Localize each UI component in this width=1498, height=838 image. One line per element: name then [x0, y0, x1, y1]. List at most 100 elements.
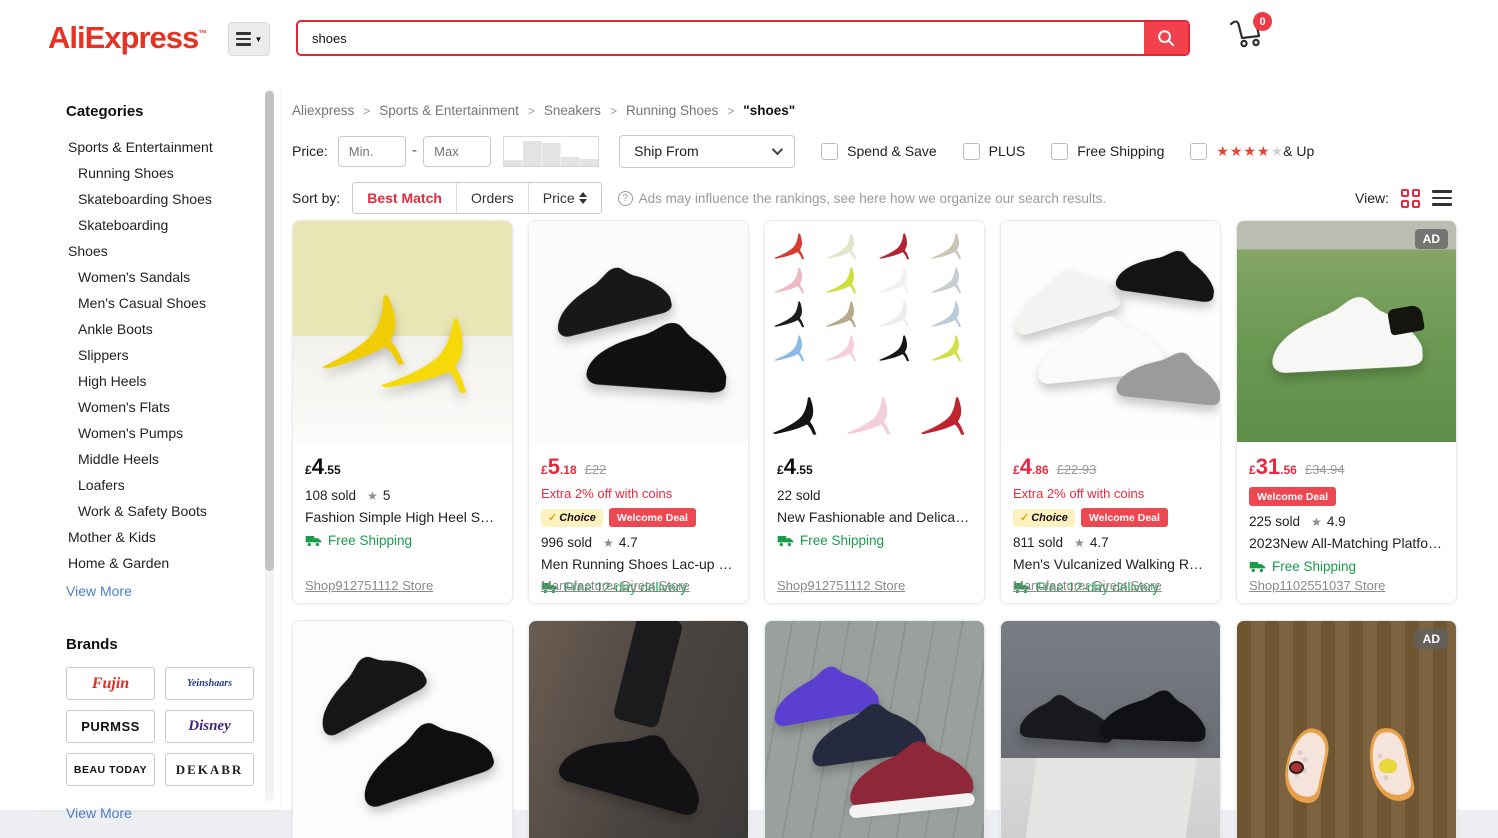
search-input[interactable]	[298, 22, 1144, 54]
sidebar-item-slippers[interactable]: Slippers	[66, 342, 254, 368]
sort-best-match-button[interactable]: Best Match	[353, 183, 457, 213]
product-card[interactable]: £4.55 22 sold New Fashionable and Delica…	[764, 220, 985, 604]
product-grid: £4.55 108 sold ★ 5 Fashion Simple High Hee…	[292, 220, 1457, 838]
product-card[interactable]: £4.86 £22.93 Extra 2% off with coins ✓ Ch…	[1000, 220, 1221, 604]
sort-price-button[interactable]: Price	[528, 183, 601, 213]
sidebar-item-running-shoes[interactable]: Running Shoes	[66, 160, 254, 186]
store-link[interactable]: Manufacturer Direct Store	[541, 578, 690, 593]
sidebar-item-sports-entertainment[interactable]: Sports & Entertainment	[66, 134, 254, 160]
sidebar-item-womens-sandals[interactable]: Women's Sandals	[66, 264, 254, 290]
coins-offer: Extra 2% off with coins	[1013, 486, 1145, 501]
ads-disclaimer: ? Ads may influence the rankings, see he…	[617, 190, 1106, 206]
product-title[interactable]: Men's Vulcanized Walking Running...	[1013, 556, 1208, 572]
original-price: £34.94	[1304, 462, 1345, 477]
product-image[interactable]: AD	[1237, 221, 1456, 442]
sidebar-item-high-heels[interactable]: High Heels	[66, 368, 254, 394]
brand-yeinshaars[interactable]: Yeinshaars	[165, 667, 254, 700]
free-shipping-checkbox[interactable]: Free Shipping	[1051, 142, 1164, 160]
grid-view-icon[interactable]	[1401, 188, 1420, 208]
product-image[interactable]	[529, 221, 748, 442]
sidebar-item-work-safety-boots[interactable]: Work & Safety Boots	[66, 498, 254, 524]
sidebar-item-ankle-boots[interactable]: Ankle Boots	[66, 316, 254, 342]
product-image[interactable]	[765, 221, 984, 442]
cart-button[interactable]: 0	[1228, 12, 1274, 58]
aliexpress-logo[interactable]: AliExpress™	[48, 20, 207, 56]
brand-fujin[interactable]: Fujin	[66, 667, 155, 700]
truck-icon	[777, 535, 794, 546]
product-image[interactable]	[1001, 221, 1220, 442]
sidebar-item-mens-casual-shoes[interactable]: Men's Casual Shoes	[66, 290, 254, 316]
price-min-input[interactable]	[337, 135, 406, 167]
brand-purmss[interactable]: PURMSS	[66, 710, 155, 743]
welcome-deal-badge: Welcome Deal	[1080, 508, 1168, 527]
original-price: £22.93	[1056, 462, 1097, 477]
product-card[interactable]: AD	[1236, 620, 1457, 838]
brand-dekabr[interactable]: DEKABR	[165, 753, 254, 786]
store-link[interactable]: Shop912751112 Store	[777, 578, 905, 593]
ad-badge: AD	[1414, 629, 1448, 649]
product-card[interactable]	[764, 620, 985, 838]
store-link[interactable]: Shop1102551037 Store	[1249, 578, 1385, 593]
rating-value: 5	[382, 488, 391, 503]
brands-view-more-link[interactable]: View More	[66, 800, 254, 826]
spend-save-checkbox[interactable]: Spend & Save	[821, 142, 937, 160]
info-icon: ?	[617, 190, 633, 206]
store-link[interactable]: Manufacturer Direct Store	[1013, 578, 1162, 593]
sidebar-item-womens-flats[interactable]: Women's Flats	[66, 394, 254, 420]
product-title[interactable]: Fashion Simple High Heel Shiny La...	[305, 509, 500, 525]
sidebar-item-shoes[interactable]: Shoes	[66, 238, 254, 264]
product-card[interactable]: £4.55 108 sold ★ 5 Fashion Simple High Hee…	[292, 220, 513, 604]
product-image[interactable]	[529, 621, 748, 838]
sidebar-item-skateboarding[interactable]: Skateboarding	[66, 212, 254, 238]
sneaker-shoe-graphic	[1094, 667, 1215, 757]
sidebar-item-loafers[interactable]: Loafers	[66, 472, 254, 498]
brand-beau-today[interactable]: BEAU TODAY	[66, 753, 155, 786]
sidebar: Categories Sports & Entertainment Runnin…	[36, 85, 280, 821]
duck-charm-graphic	[1379, 759, 1397, 773]
heel-shoe-graphic	[377, 310, 507, 404]
rating-filter-checkbox[interactable]: ★★★★ ★ & Up	[1190, 142, 1314, 160]
view-toggle: View:	[1355, 188, 1462, 208]
ship-from-dropdown[interactable]: Ship From	[619, 134, 796, 168]
sort-orders-button[interactable]: Orders	[456, 183, 529, 213]
search-button[interactable]	[1144, 22, 1188, 54]
brand-disney[interactable]: Disney	[165, 710, 254, 743]
sidebar-item-middle-heels[interactable]: Middle Heels	[66, 446, 254, 472]
sold-count: 811 sold	[1013, 535, 1064, 550]
product-price: £5.18	[541, 454, 577, 479]
product-card[interactable]	[528, 620, 749, 838]
list-view-icon[interactable]	[1432, 190, 1452, 206]
breadcrumb-sports-entertainment[interactable]: Sports & Entertainment	[379, 103, 519, 118]
product-card[interactable]: AD £31.56 £34.94 Welcome Deal 225 sold ★ 4…	[1236, 220, 1457, 604]
product-card[interactable]	[1000, 620, 1221, 838]
product-card[interactable]: £5.18 £22 Extra 2% off with coins ✓ Choic…	[528, 220, 749, 604]
price-max-input[interactable]	[423, 135, 492, 167]
view-label: View:	[1355, 190, 1389, 206]
store-link[interactable]: Shop912751112 Store	[305, 578, 433, 593]
sort-by-label: Sort by:	[292, 190, 341, 206]
truck-icon	[1249, 561, 1266, 572]
categories-menu-button[interactable]: ▼	[228, 22, 270, 56]
sidebar-item-home-garden[interactable]: Home & Garden	[66, 550, 254, 576]
sidebar-item-skateboarding-shoes[interactable]: Skateboarding Shoes	[66, 186, 254, 212]
product-card[interactable]	[292, 620, 513, 838]
product-image[interactable]	[293, 221, 512, 442]
breadcrumb-aliexpress[interactable]: Aliexpress	[292, 103, 354, 118]
sold-count: 996 sold	[541, 535, 593, 550]
star-icon: ★	[603, 535, 614, 550]
product-image[interactable]: AD	[1237, 621, 1456, 838]
categories-view-more-link[interactable]: View More	[66, 578, 254, 604]
product-title[interactable]: 2023New All-Matching Platform W...	[1249, 535, 1444, 551]
product-image[interactable]	[765, 621, 984, 838]
sidebar-item-mother-kids[interactable]: Mother & Kids	[66, 524, 254, 550]
sold-count: 225 sold	[1249, 514, 1301, 529]
product-title[interactable]: New Fashionable and Delicate Swe...	[777, 509, 972, 525]
product-image[interactable]	[1001, 621, 1220, 838]
plus-checkbox[interactable]: PLUS	[962, 142, 1025, 160]
sidebar-scrollbar-thumb[interactable]	[265, 91, 274, 571]
product-title[interactable]: Men Running Shoes Lac-up Men's ...	[541, 556, 736, 572]
sidebar-item-womens-pumps[interactable]: Women's Pumps	[66, 420, 254, 446]
breadcrumb-sneakers[interactable]: Sneakers	[544, 103, 601, 118]
breadcrumb-running-shoes[interactable]: Running Shoes	[626, 103, 718, 118]
product-image[interactable]	[293, 621, 512, 838]
